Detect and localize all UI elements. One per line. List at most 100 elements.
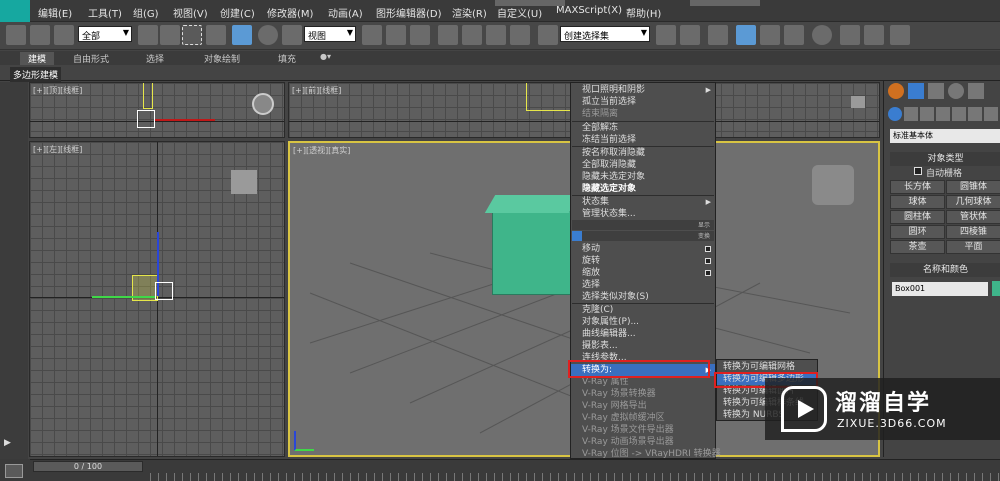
create-tab-icon[interactable] [888,83,904,99]
menu-item-scale[interactable]: 缩放 [571,267,715,279]
menu-item-object-properties[interactable]: 对象属性(P)... [571,316,715,328]
autogrid-checkbox[interactable] [914,167,922,175]
motion-tab-icon[interactable] [948,83,964,99]
menu-item-select[interactable]: 选择 [571,279,715,291]
sphere-button[interactable]: 球体 [890,195,945,209]
menu-item-state-sets[interactable]: 状态集 ▶ [571,196,715,208]
viewcube-icon[interactable] [252,93,274,115]
ribbon-options-icon[interactable]: ●▾ [320,52,331,61]
curve-editor-icon[interactable] [760,25,780,45]
name-and-color-rollout[interactable]: 名称和颜色 [890,263,1000,277]
plane-button[interactable]: 平面 [946,240,1000,254]
menu-item-hide-selection[interactable]: 隐藏选定对象 [571,183,715,195]
menu-edit[interactable]: 编辑(E) [38,5,72,20]
select-and-move-icon[interactable] [232,25,252,45]
menu-item-curve-editor[interactable]: 曲线编辑器... [571,328,715,340]
ribbon-tab-modeling[interactable]: 建模 [20,52,55,65]
viewport-label[interactable]: [+][透视][真实] [293,145,350,156]
menu-item-freeze-selection[interactable]: 冻结当前选择 [571,134,715,146]
link-icon[interactable] [6,25,26,45]
layer-manager-icon[interactable] [708,25,728,45]
app-logo-icon[interactable] [0,0,30,22]
systems-icon[interactable] [984,107,998,121]
menu-tools[interactable]: 工具(T) [88,5,122,20]
cameras-icon[interactable] [936,107,950,121]
settings-box-icon[interactable] [705,258,711,264]
menu-item-vray-frame-buffer[interactable]: V-Ray 虚拟帧缓冲区 [571,412,715,424]
selection-filter-dropdown[interactable]: 全部 ▼ [78,26,132,42]
hierarchy-tab-icon[interactable] [928,83,944,99]
align-icon[interactable] [680,25,700,45]
named-selection-dropdown[interactable]: 创建选择集 ▼ [560,26,650,42]
viewport-label[interactable]: [+][前][线框] [292,85,341,96]
teapot-button[interactable]: 茶壶 [890,240,945,254]
object-name-field[interactable]: Box001 [892,282,988,296]
edit-named-selection-icon[interactable] [538,25,558,45]
viewport-label[interactable]: [+][顶][线框] [33,85,82,96]
menu-animation[interactable]: 动画(A) [328,5,363,20]
viewport-left[interactable]: [+][左][线框] [29,141,285,457]
tube-button[interactable]: 管状体 [946,210,1000,224]
select-by-name-icon[interactable] [160,25,180,45]
menu-item-unhide-by-name[interactable]: 按名称取消隐藏 [571,147,715,159]
object-type-rollout[interactable]: 对象类型 [890,152,1000,166]
percent-snap-icon[interactable] [486,25,506,45]
expand-arrow-icon[interactable]: ▶ [4,438,18,450]
menu-views[interactable]: 视图(V) [173,5,208,20]
object-color-swatch[interactable] [992,281,1000,296]
ribbon-tab-populate[interactable]: 填充 [278,52,296,65]
select-and-scale-icon[interactable] [282,25,302,45]
select-and-rotate-icon[interactable] [258,25,278,45]
display-tab-icon[interactable] [968,83,984,99]
geometry-icon[interactable] [888,107,902,121]
pivot-center-icon[interactable] [362,25,382,45]
material-editor-icon[interactable] [812,25,832,45]
menu-rendering[interactable]: 渲染(R) [452,5,487,20]
menu-item-select-similar[interactable]: 选择类似对象(S) [571,291,715,303]
bind-space-warp-icon[interactable] [54,25,74,45]
mini-curve-editor-icon[interactable] [5,464,23,478]
toggle-ribbon-icon[interactable] [736,25,756,45]
time-slider[interactable]: 0 / 100 [33,461,143,472]
viewport-label[interactable]: [+][左][线框] [33,144,82,155]
menu-item-vray-mesh-export[interactable]: V-Ray 网格导出 [571,400,715,412]
menu-maxscript[interactable]: MAXScript(X) [556,5,622,16]
menu-item-isolate-selection[interactable]: 孤立当前选择 [571,96,715,108]
pyramid-button[interactable]: 四棱锥 [946,225,1000,239]
menu-item-unhide-all[interactable]: 全部取消隐藏 [571,159,715,171]
box-object[interactable] [492,211,572,295]
menu-item-viewport-lighting[interactable]: 视口照明和阴影 ▶ [571,84,715,96]
modify-tab-icon[interactable] [908,83,924,99]
menu-customize[interactable]: 自定义(U) [497,5,542,20]
helpers-icon[interactable] [952,107,966,121]
cone-button[interactable]: 圆锥体 [946,180,1000,194]
angle-snap-icon[interactable] [462,25,482,45]
menu-graph-editors[interactable]: 图形编辑器(D) [376,5,442,20]
mirror-icon[interactable] [656,25,676,45]
snaps-toggle-icon[interactable] [438,25,458,45]
viewport-top[interactable]: [+][顶][线框] [29,82,285,138]
viewcube-icon[interactable] [812,165,854,205]
menu-item-unfreeze-all[interactable]: 全部解冻 [571,122,715,134]
spinner-snap-icon[interactable] [510,25,530,45]
shapes-icon[interactable] [904,107,918,121]
menu-group[interactable]: 组(G) [133,5,159,20]
schematic-view-icon[interactable] [784,25,804,45]
render-setup-icon[interactable] [840,25,860,45]
category-dropdown[interactable]: 标准基本体 [890,129,1000,143]
menu-modifiers[interactable]: 修改器(M) [267,5,313,20]
menu-item-rotate[interactable]: 旋转 [571,255,715,267]
rendered-frame-window-icon[interactable] [864,25,884,45]
polygon-modeling-label[interactable]: 多边形建模 [10,67,62,82]
menu-help[interactable]: 帮助(H) [626,5,661,20]
rectangular-selection-icon[interactable] [182,25,202,45]
cylinder-button[interactable]: 圆柱体 [890,210,945,224]
reference-coordinate-dropdown[interactable]: 视图 ▼ [304,26,356,42]
keyboard-shortcut-override-icon[interactable] [410,25,430,45]
render-production-icon[interactable] [890,25,910,45]
menu-item-vray-animation-exporter[interactable]: V-Ray 动画场景导出器 [571,436,715,448]
space-warps-icon[interactable] [968,107,982,121]
ribbon-tab-freeform[interactable]: 自由形式 [73,52,109,65]
box-button[interactable]: 长方体 [890,180,945,194]
settings-box-icon[interactable] [705,246,711,252]
